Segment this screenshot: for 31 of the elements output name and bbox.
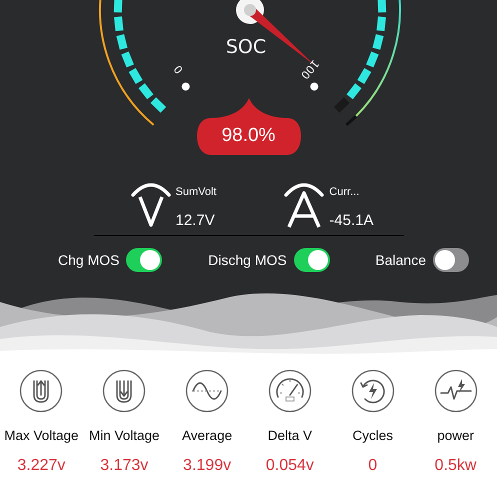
scale-label: 0 — [171, 62, 186, 76]
soc-badge: 98.0% — [196, 98, 300, 155]
stat-value: 0.054v — [266, 457, 314, 475]
toggle-switch[interactable] — [432, 248, 469, 272]
stat-label: Average — [182, 428, 232, 443]
sine-wave-icon — [185, 369, 230, 413]
reading-value: -45.1A — [329, 212, 374, 229]
pulse-bolt-icon — [434, 369, 478, 413]
stat-value: 3.227v — [17, 457, 66, 475]
cycle-bolt-icon — [350, 369, 395, 413]
stat-label: Min Voltage — [88, 428, 160, 443]
switch-label: Dischg MOS — [208, 252, 287, 268]
stat-value: 3.199v — [183, 457, 232, 475]
stat-label: Delta V — [268, 428, 312, 443]
switch-label: Chg MOS — [58, 252, 120, 268]
toggle-switch[interactable] — [294, 248, 330, 272]
stat-label: Cycles — [352, 428, 393, 443]
gauge-icon — [268, 369, 312, 413]
reading-label: Curr... — [329, 186, 360, 198]
reading-value: 12.7V — [176, 212, 216, 229]
stat-value: 0.5kw — [434, 457, 476, 475]
stat-label: power — [437, 428, 474, 443]
u-arrow-up-icon — [19, 369, 64, 413]
stat-value: 0 — [368, 457, 378, 475]
reading-label: SumVolt — [176, 186, 216, 198]
gauge-label: SOC — [226, 36, 266, 58]
stat-label: Max Voltage — [4, 428, 79, 443]
u-arrow-down-icon — [102, 369, 146, 413]
switch-label: Balance — [375, 252, 426, 268]
stat-value: 3.173v — [100, 457, 148, 475]
toggle-switch[interactable] — [126, 248, 162, 272]
